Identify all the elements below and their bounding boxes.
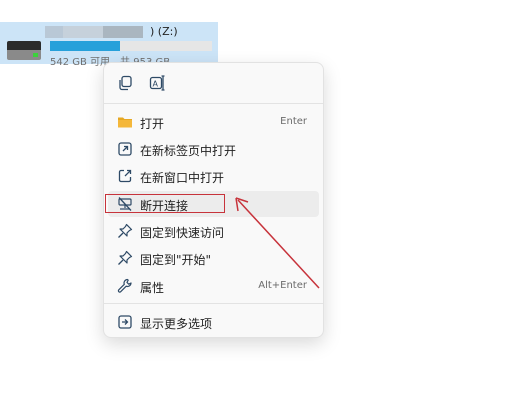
annotation-arrow	[235, 197, 320, 289]
